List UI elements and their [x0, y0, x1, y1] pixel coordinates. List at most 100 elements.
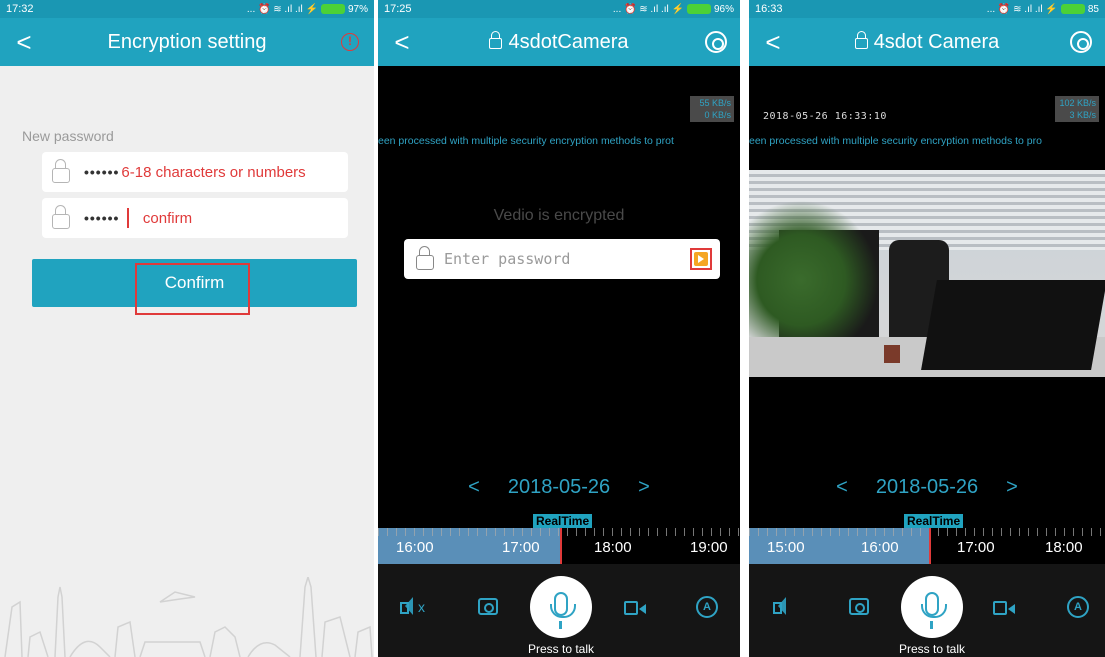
speaker-icon [773, 596, 791, 616]
lock-icon [52, 204, 70, 229]
timeline-label: 16:00 [396, 539, 434, 556]
timeline-label: 15:00 [767, 539, 805, 556]
highlight-box [690, 248, 712, 270]
encryption-setting-screen: 17:32 ... ⏰ ≋ .ıl .ıl ⚡ 97% < Encryption… [0, 0, 374, 657]
battery-percent: 96% [713, 3, 734, 15]
password-placeholder: Enter password [444, 250, 571, 268]
microphone-icon [921, 592, 947, 629]
playback-timeline[interactable]: 15:00 16:00 17:00 18:00 [749, 528, 1105, 564]
date-selector: <2018-05-26 > [378, 476, 740, 499]
prev-day-button[interactable]: < [468, 476, 480, 498]
lock-icon [854, 30, 868, 49]
laptop-image [921, 280, 1105, 370]
prev-day-button[interactable]: < [836, 476, 848, 498]
snapshot-button[interactable] [478, 598, 498, 615]
camera-encrypted-screen: 17:25 ... ⏰ ≋ .ıl .ıl ⚡ 96% < 4sdotCamer… [378, 0, 740, 657]
video-record-icon [993, 601, 1015, 615]
settings-gear-icon[interactable] [1070, 31, 1092, 53]
timeline-label: 19:00 [690, 539, 728, 556]
status-bar: 17:32 ... ⏰ ≋ .ıl .ıl ⚡ 97% [0, 0, 374, 18]
page-title: 4sdotCamera [426, 30, 692, 54]
timeline-label: 17:00 [502, 539, 540, 556]
timeline-label: 18:00 [594, 539, 632, 556]
timeline-label: 18:00 [1045, 539, 1083, 556]
confirm-hint: confirm [142, 209, 193, 227]
control-bar: Press to talk A [749, 564, 1105, 657]
mute-button[interactable]: x [400, 596, 425, 622]
cup-image [884, 345, 900, 363]
talk-button[interactable] [901, 576, 963, 638]
live-video-feed[interactable] [749, 170, 1105, 377]
date-label: 2018-05-26 [875, 476, 979, 498]
title-bar: < 4sdot Camera [749, 18, 1105, 66]
new-password-field[interactable]: •••••• 6-18 characters or numbers [42, 152, 348, 192]
auto-icon: A [1067, 596, 1089, 618]
auto-icon: A [696, 596, 718, 618]
status-bar: 16:33 ... ⏰ ≋ .ıl .ıl ⚡ 85 [749, 0, 1105, 18]
video-record-icon [624, 601, 646, 615]
auto-button[interactable]: A [696, 596, 718, 618]
speaker-muted-icon [400, 596, 418, 616]
back-button[interactable]: < [0, 18, 48, 66]
timeline-ticks [749, 528, 1105, 536]
upload-rate: 0 KB/s [690, 108, 734, 122]
video-timestamp: 2018-05-26 16:33:10 [763, 111, 887, 122]
next-day-button[interactable]: > [1006, 476, 1018, 498]
plant-image [749, 200, 879, 360]
status-icons-glyphs: ... ⏰ ≋ .ıl .ıl ⚡ [986, 3, 1058, 15]
camera-name: 4sdotCamera [508, 30, 629, 53]
settings-gear-icon[interactable] [705, 31, 727, 53]
timeline-cursor[interactable] [929, 528, 931, 564]
confirm-password-field[interactable]: •••••• confirm [42, 198, 348, 238]
page-title: 4sdot Camera [797, 30, 1057, 54]
status-icons: ... ⏰ ≋ .ıl .ıl ⚡ 97% [247, 4, 368, 15]
lock-icon [52, 158, 70, 183]
battery-icon [686, 4, 711, 14]
warning-icon[interactable]: ! [341, 33, 359, 51]
security-marquee: een processed with multiple security enc… [378, 135, 674, 147]
camera-name: 4sdot Camera [873, 30, 1000, 53]
status-icons: ... ⏰ ≋ .ıl .ıl ⚡ 96% [613, 4, 734, 15]
speaker-button[interactable] [773, 596, 791, 622]
status-icons: ... ⏰ ≋ .ıl .ıl ⚡ 85 [987, 4, 1099, 15]
title-bar: < 4sdotCamera [378, 18, 740, 66]
back-button[interactable]: < [749, 18, 797, 66]
microphone-icon [550, 592, 576, 629]
encrypted-label: Vedio is encrypted [493, 207, 625, 224]
record-button[interactable] [624, 601, 646, 615]
password-dots: •••••• [84, 164, 120, 180]
security-marquee: een processed with multiple security enc… [749, 135, 1042, 147]
battery-icon [320, 4, 345, 14]
battery-percent: 85 [1087, 3, 1099, 15]
new-password-label: New password [22, 128, 114, 144]
password-hint: 6-18 characters or numbers [121, 163, 306, 181]
mute-x: x [418, 599, 425, 615]
highlight-box [135, 263, 250, 315]
text-cursor [127, 208, 129, 228]
record-button[interactable] [993, 601, 1015, 615]
timeline-cursor[interactable] [560, 528, 562, 564]
snapshot-button[interactable] [849, 598, 869, 615]
press-to-talk-label: Press to talk [528, 642, 595, 656]
realtime-label: RealTime [904, 514, 964, 528]
upload-rate: 3 KB/s [1055, 108, 1099, 122]
city-skyline-illustration [4, 577, 373, 657]
realtime-label: RealTime [533, 514, 593, 528]
status-icons-glyphs: ... ⏰ ≋ .ıl .ıl ⚡ [612, 3, 684, 15]
password-input[interactable]: Enter password [404, 239, 720, 279]
title-bar: < Encryption setting ! [0, 18, 374, 66]
playback-timeline[interactable]: 16:00 17:00 18:00 19:00 [378, 528, 740, 564]
control-bar: x Press to talk A [378, 564, 740, 657]
back-button[interactable]: < [378, 18, 426, 66]
date-label: 2018-05-26 [507, 476, 611, 498]
timeline-ticks [378, 528, 740, 536]
page-title: Encryption setting [107, 30, 267, 53]
next-day-button[interactable]: > [638, 476, 650, 498]
status-time: 17:32 [6, 3, 34, 15]
lock-icon [416, 245, 434, 270]
talk-button[interactable] [530, 576, 592, 638]
press-to-talk-label: Press to talk [899, 642, 966, 656]
auto-button[interactable]: A [1067, 596, 1089, 618]
status-bar: 17:25 ... ⏰ ≋ .ıl .ıl ⚡ 96% [378, 0, 740, 18]
status-icons-glyphs: ... ⏰ ≋ .ıl .ıl ⚡ [246, 3, 318, 15]
